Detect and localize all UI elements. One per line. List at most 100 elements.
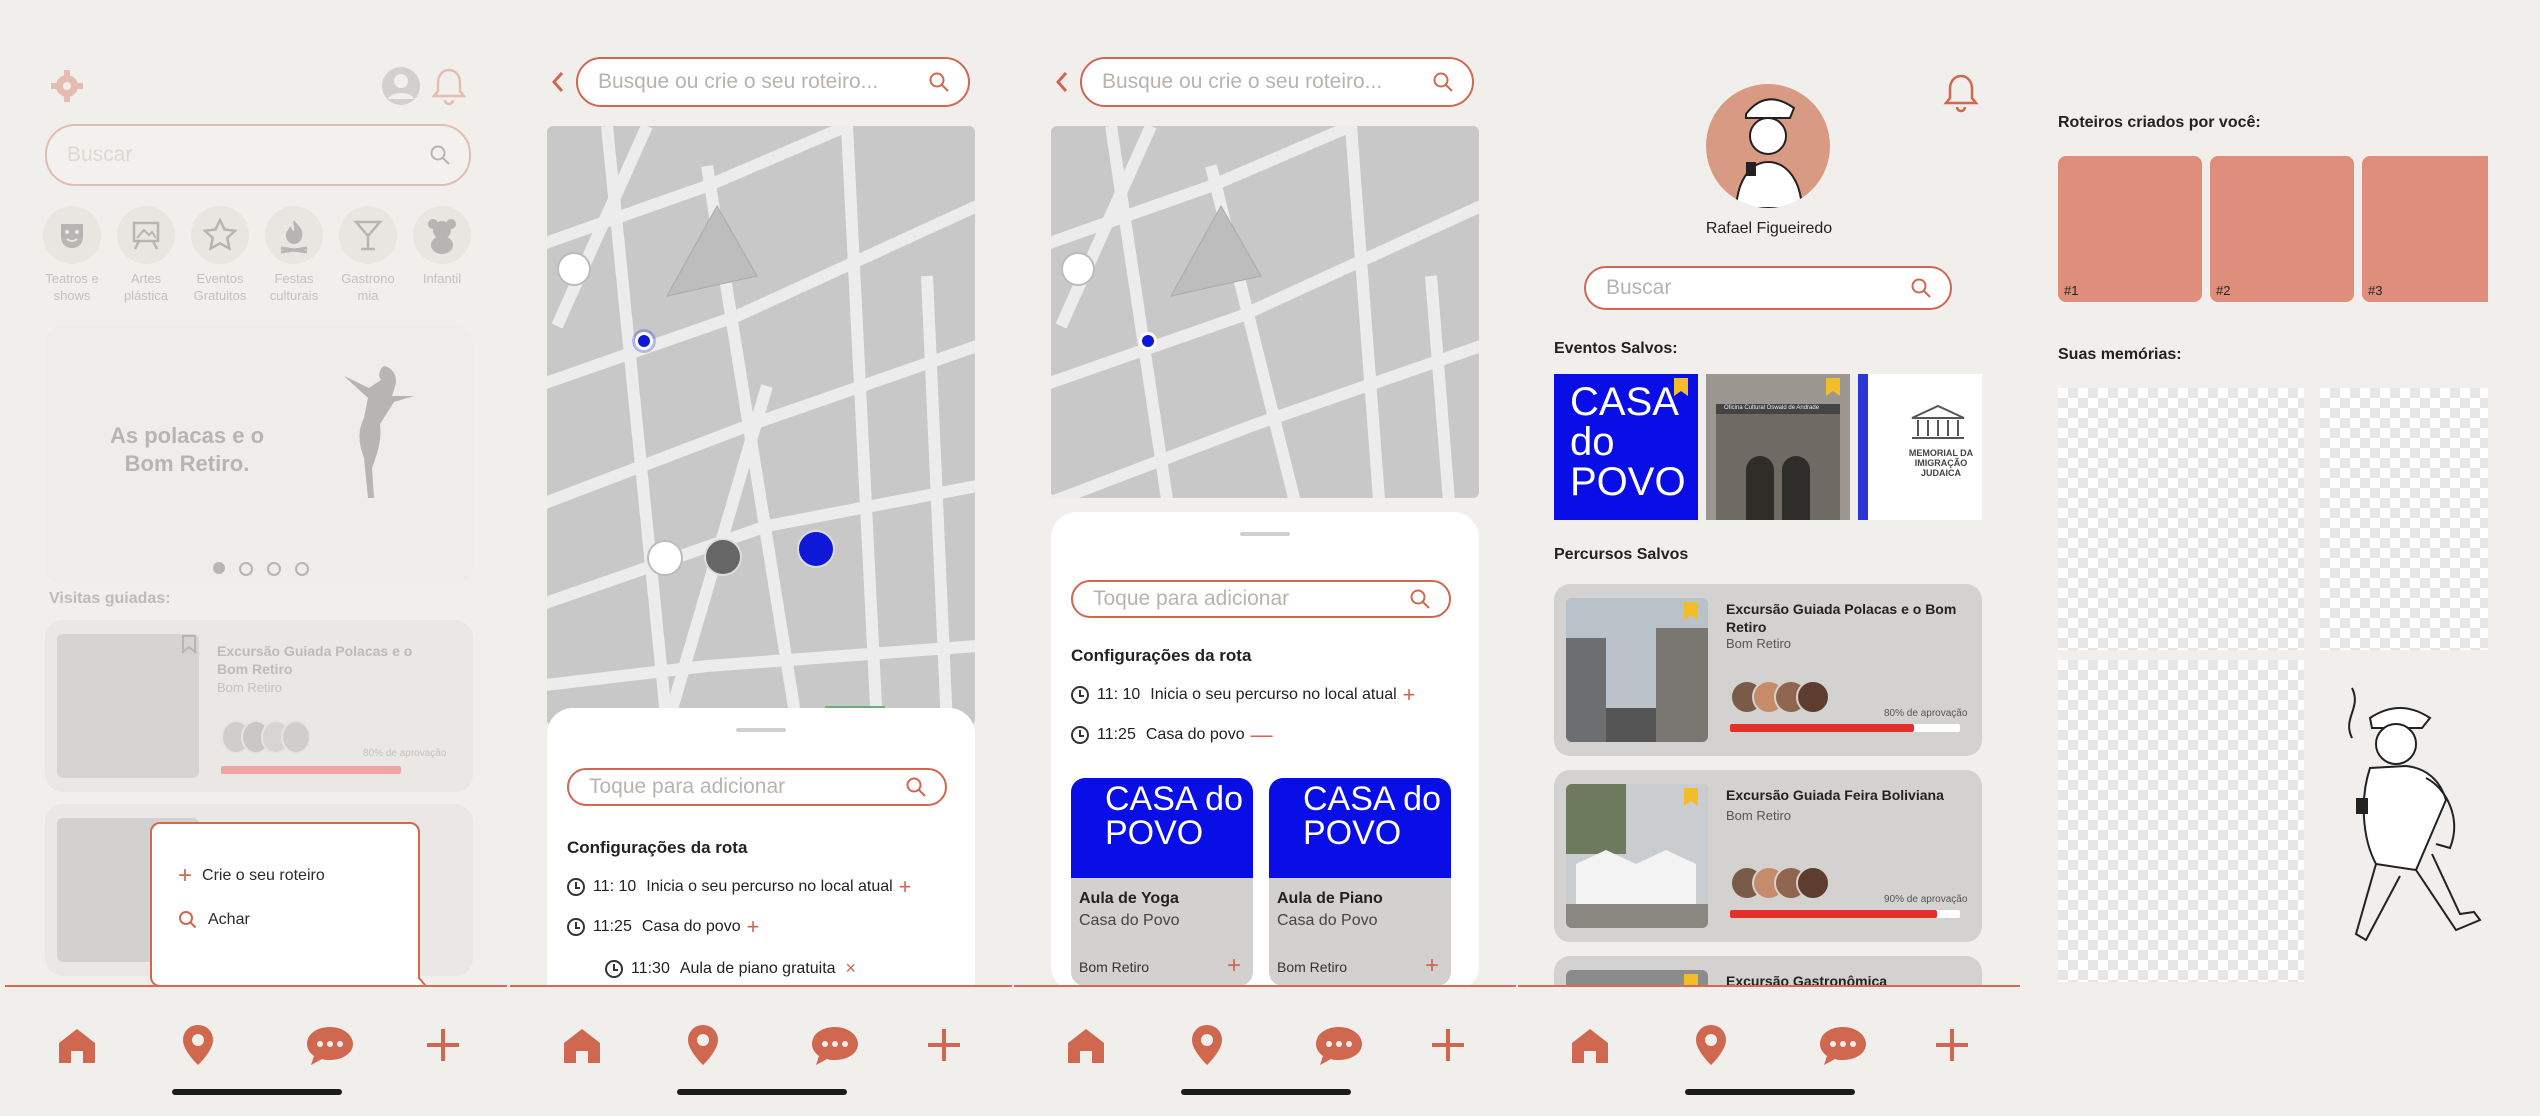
carousel-dot[interactable] [295,562,309,576]
avatar[interactable] [1706,84,1830,208]
add-stop-input[interactable]: Toque para adicionar [1071,580,1451,618]
section-title: Visitas guiadas: [49,590,171,607]
sheet-handle[interactable] [736,728,786,732]
tour-place: Bom Retiro [217,680,283,695]
tour-photo [57,634,199,778]
category-kids[interactable]: Infantil [411,206,473,287]
back-arrow-icon[interactable] [550,70,566,94]
saved-event-oficina[interactable]: Oficina Cultural Oswald de Andrade [1706,374,1850,520]
tour-card[interactable]: Excursão Guiada Polacas e o Bom Retiro B… [45,620,473,792]
memory-slot[interactable] [2058,388,2304,650]
route-row: 11:30 Aula de piano gratuita × [605,958,856,979]
bell-icon[interactable] [1942,72,1980,116]
route-search-input[interactable]: Busque ou crie o seu roteiro... [1080,57,1474,107]
home-icon[interactable] [560,1023,604,1067]
search-input[interactable]: Buscar [45,124,471,186]
chat-icon[interactable] [1313,1023,1365,1067]
category-label: Teatros e shows [45,271,99,303]
search-icon [1410,589,1430,609]
home-icon[interactable] [1568,1023,1612,1067]
add-stop-input[interactable]: Toque para adicionar [567,768,947,806]
category-theater[interactable]: Teatros e shows [41,206,103,304]
add-button[interactable]: + [899,876,912,898]
home-icon[interactable] [1064,1023,1108,1067]
plus-icon[interactable] [1426,1023,1470,1067]
category-free[interactable]: Eventos Gratuitos [189,206,251,304]
banner-carousel[interactable]: As polacas e o Bom Retiro. [45,326,473,584]
plus-icon[interactable] [421,1023,465,1067]
category-festivals[interactable]: Festas culturais [263,206,325,304]
saved-route-card[interactable]: Excursão Guiada Polacas e o Bom Retiro B… [1554,584,1982,756]
saved-event-memorial[interactable]: MEMORIAL DA IMIGRAÇÃO JUDAICA [1858,374,1982,520]
map-streets [547,126,975,726]
event-card-piano[interactable]: CASA do POVO Aula de Piano Casa do Povo … [1269,778,1451,986]
home-icon[interactable] [55,1023,99,1067]
chat-icon[interactable] [304,1023,356,1067]
carousel-dot[interactable] [267,562,281,576]
created-route-3[interactable]: #3 [2362,156,2488,302]
approval-text: 90% de aprovação [1884,894,1968,905]
profile-search-input[interactable]: Buscar [1584,266,1952,310]
screen-home: Buscar Teatros e shows Artes plástica Ev… [5,8,507,1100]
clock-icon [567,878,585,896]
current-location-dot [635,332,653,350]
map-pin-icon[interactable] [176,1023,220,1067]
map-view[interactable] [547,126,975,726]
add-placeholder: Toque para adicionar [589,775,786,798]
easel-icon [132,221,160,250]
memory-slot[interactable] [2058,660,2304,982]
route-photo [1566,598,1708,742]
map-marker-icon[interactable] [1061,252,1095,286]
gear-icon[interactable] [49,68,85,104]
route-search-input[interactable]: Busque ou crie o seu roteiro... [576,57,970,107]
star-icon [202,217,238,251]
search-icon [1911,278,1931,298]
memory-slot[interactable] [2320,388,2488,650]
map-pin-icon[interactable] [1689,1023,1733,1067]
bottom-nav [1014,985,1516,1100]
logo-text: CASA do POVO [1105,780,1243,852]
map-marker-icon[interactable] [704,538,742,576]
category-label: Artes plástica [123,271,169,303]
chat-icon[interactable] [1817,1023,1869,1067]
saved-event-casa-do-povo[interactable]: CASA do POVO [1554,374,1698,520]
walking-person-illustration [2348,687,2482,942]
back-arrow-icon[interactable] [1054,70,1070,94]
sheet-handle[interactable] [1240,532,1290,536]
event-card-yoga[interactable]: CASA do POVO Aula de Yoga Casa do Povo B… [1071,778,1253,986]
bell-icon[interactable] [430,66,468,106]
popup-find-item[interactable]: Achar [178,910,250,930]
plus-icon[interactable] [1930,1023,1974,1067]
map-view[interactable] [1051,126,1479,498]
created-route-1[interactable]: #1 [2058,156,2202,302]
created-route-2[interactable]: #2 [2210,156,2354,302]
remove-button[interactable]: × [846,958,857,979]
carousel-dot-active[interactable] [213,562,225,574]
bookmark-icon[interactable] [181,634,197,654]
search-placeholder: Buscar [67,143,133,166]
cocktail-icon [353,220,383,251]
map-pin-icon[interactable] [681,1023,725,1067]
add-event-button[interactable]: + [1425,952,1439,980]
map-marker-icon[interactable] [797,530,835,568]
add-button[interactable]: + [1403,684,1416,706]
add-button[interactable]: + [747,916,760,938]
add-event-button[interactable]: + [1227,952,1241,980]
category-gastronomy[interactable]: Gastrono mia [337,206,399,304]
map-marker-icon[interactable] [647,540,683,576]
home-indicator [172,1089,342,1095]
carousel-dot[interactable] [239,562,253,576]
carousel-dots[interactable] [213,562,309,576]
saved-route-card[interactable]: Excursão Guiada Feira Boliviana Bom Reti… [1554,770,1982,942]
search-icon [929,72,949,92]
saved-routes-title: Percursos Salvos [1554,546,1689,563]
category-arts[interactable]: Artes plástica [115,206,177,304]
route-title: Excursão Guiada Feira Boliviana [1726,787,1944,803]
chat-icon[interactable] [809,1023,861,1067]
avatar-icon[interactable] [381,66,421,106]
plus-icon[interactable] [922,1023,966,1067]
remove-button[interactable]: — [1251,724,1273,746]
map-pin-icon[interactable] [1185,1023,1229,1067]
map-marker-icon[interactable] [557,252,591,286]
popup-create-item[interactable]: + Crie o seu roteiro [178,862,325,890]
